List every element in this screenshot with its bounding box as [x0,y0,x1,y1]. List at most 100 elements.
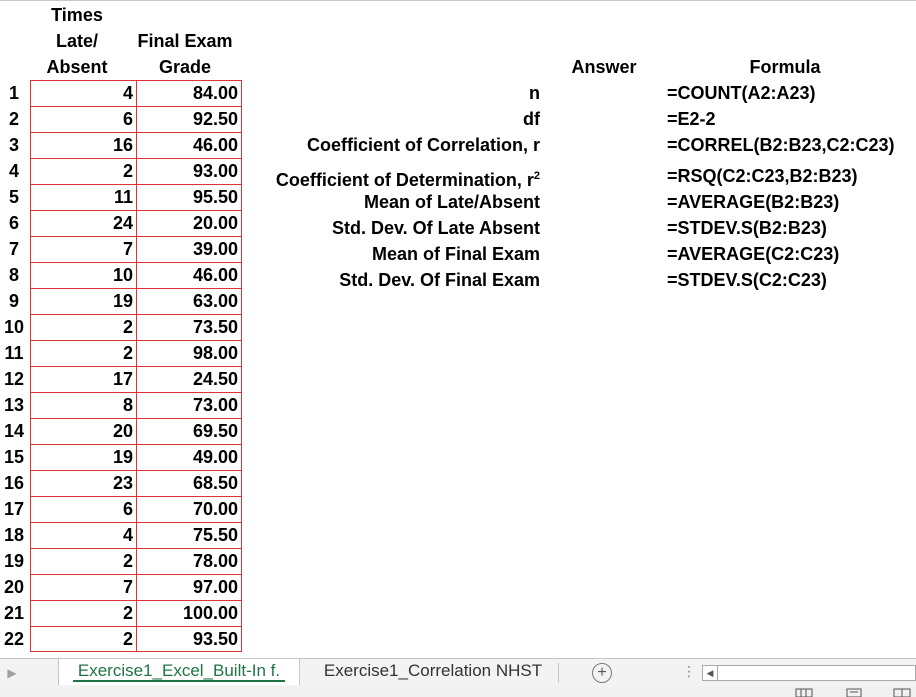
cell-final-exam-grade[interactable]: 24.50 [136,366,242,392]
add-sheet-button[interactable]: + [592,663,612,683]
header-line: Late/ [55,31,98,51]
cell-times-late-absent[interactable]: 2 [30,158,136,184]
header-formula[interactable]: Formula [700,54,870,80]
page-break-view-icon[interactable] [892,688,912,697]
row-number[interactable]: 3 [0,132,28,158]
cell-final-exam-grade[interactable]: 68.50 [136,470,242,496]
cell-final-exam-grade[interactable]: 95.50 [136,184,242,210]
cell-final-exam-grade[interactable]: 39.00 [136,236,242,262]
row-number[interactable]: 12 [0,366,28,392]
cell-final-exam-grade[interactable]: 70.00 [136,496,242,522]
row-number[interactable]: 13 [0,392,28,418]
row-number[interactable]: 10 [0,314,28,340]
cell-times-late-absent[interactable]: 7 [30,574,136,600]
header-answer[interactable]: Answer [548,54,660,80]
row-number[interactable]: 16 [0,470,28,496]
row-number[interactable]: 18 [0,522,28,548]
stat-label[interactable]: Std. Dev. Of Final Exam [339,267,540,293]
cell-final-exam-grade[interactable]: 20.00 [136,210,242,236]
row-number[interactable]: 1 [0,80,28,106]
cell-times-late-absent[interactable]: 6 [30,496,136,522]
row-number[interactable]: 2 [0,106,28,132]
tab-scroll-right-icon[interactable]: ▶ [0,659,24,687]
stat-label[interactable]: Std. Dev. Of Late Absent [332,215,540,241]
cell-times-late-absent[interactable]: 2 [30,626,136,652]
cell-times-late-absent[interactable]: 2 [30,548,136,574]
stat-formula[interactable]: =AVERAGE(C2:C23) [667,241,839,267]
cell-final-exam-grade[interactable]: 78.00 [136,548,242,574]
row-number[interactable]: 14 [0,418,28,444]
row-number[interactable]: 8 [0,262,28,288]
cell-final-exam-grade[interactable]: 69.50 [136,418,242,444]
stat-formula[interactable]: =E2-2 [667,106,716,132]
cell-final-exam-grade[interactable]: 100.00 [136,600,242,626]
row-number[interactable]: 7 [0,236,28,262]
cell-times-late-absent[interactable]: 8 [30,392,136,418]
cell-times-late-absent[interactable]: 11 [30,184,136,210]
row-number[interactable]: 22 [0,626,28,652]
row-number[interactable]: 4 [0,158,28,184]
row-number[interactable]: 19 [0,548,28,574]
row-number[interactable]: 5 [0,184,28,210]
row-number[interactable]: 17 [0,496,28,522]
row-number[interactable]: 11 [0,340,28,366]
cell-times-late-absent[interactable]: 17 [30,366,136,392]
cell-final-exam-grade[interactable]: 46.00 [136,132,242,158]
cell-final-exam-grade[interactable]: 93.00 [136,158,242,184]
cell-final-exam-grade[interactable]: 73.50 [136,314,242,340]
cell-times-late-absent[interactable]: 2 [30,600,136,626]
cell-final-exam-grade[interactable]: 49.00 [136,444,242,470]
row-number[interactable]: 15 [0,444,28,470]
stat-label-text: Coefficient of Determination, r [275,170,534,190]
scroll-left-button[interactable]: ◀ [702,665,718,681]
cell-final-exam-grade[interactable]: 73.00 [136,392,242,418]
cell-times-late-absent[interactable]: 24 [30,210,136,236]
stat-label[interactable]: Mean of Late/Absent [364,189,540,215]
cell-final-exam-grade[interactable]: 63.00 [136,288,242,314]
row-number[interactable]: 9 [0,288,28,314]
cell-times-late-absent[interactable]: 2 [30,314,136,340]
row-number[interactable]: 20 [0,574,28,600]
plus-icon: + [597,664,607,681]
page-layout-view-icon[interactable] [844,688,864,697]
cell-final-exam-grade[interactable]: 93.50 [136,626,242,652]
cell-times-late-absent[interactable]: 20 [30,418,136,444]
stat-formula[interactable]: =RSQ(C2:C23,B2:B23) [667,163,858,189]
tab-exercise1-correlation-nhst[interactable]: Exercise1_Correlation NHST [310,659,556,685]
cell-times-late-absent[interactable]: 16 [30,132,136,158]
stat-label[interactable]: n [529,80,540,106]
stat-label[interactable]: Mean of Final Exam [372,241,540,267]
stat-label-text: Std. Dev. Of Late Absent [331,218,540,238]
stat-formula[interactable]: =COUNT(A2:A23) [667,80,816,106]
normal-view-icon[interactable] [794,688,814,697]
cell-times-late-absent[interactable]: 19 [30,288,136,314]
header-final-exam-grade[interactable]: Final Exam Grade [130,28,240,80]
cell-final-exam-grade[interactable]: 92.50 [136,106,242,132]
cell-times-late-absent[interactable]: 7 [30,236,136,262]
row-number[interactable]: 21 [0,600,28,626]
row-number[interactable]: 6 [0,210,28,236]
stat-formula[interactable]: =STDEV.S(B2:B23) [667,215,827,241]
splitter-handle-icon[interactable]: ⋮ [682,664,696,678]
stat-formula[interactable]: =AVERAGE(B2:B23) [667,189,839,215]
stat-label[interactable]: df [523,106,540,132]
cell-final-exam-grade[interactable]: 75.50 [136,522,242,548]
cell-times-late-absent[interactable]: 6 [30,106,136,132]
cell-times-late-absent[interactable]: 10 [30,262,136,288]
tab-exercise1-excel-built-in[interactable]: Exercise1_Excel_Built-In f. [58,659,300,685]
cell-final-exam-grade[interactable]: 84.00 [136,80,242,106]
cell-final-exam-grade[interactable]: 97.00 [136,574,242,600]
cell-times-late-absent[interactable]: 23 [30,470,136,496]
cell-final-exam-grade[interactable]: 98.00 [136,340,242,366]
stat-label-text: Mean of Late/Absent [363,192,540,212]
cell-final-exam-grade[interactable]: 46.00 [136,262,242,288]
horizontal-scrollbar[interactable] [718,665,916,681]
cell-times-late-absent[interactable]: 2 [30,340,136,366]
header-times-late-absent[interactable]: Times Late/ Absent [30,2,124,80]
cell-times-late-absent[interactable]: 4 [30,80,136,106]
stat-formula[interactable]: =STDEV.S(C2:C23) [667,267,827,293]
cell-times-late-absent[interactable]: 19 [30,444,136,470]
stat-label[interactable]: Coefficient of Correlation, r [307,132,540,158]
cell-times-late-absent[interactable]: 4 [30,522,136,548]
stat-formula[interactable]: =CORREL(B2:B23,C2:C23) [667,132,895,158]
